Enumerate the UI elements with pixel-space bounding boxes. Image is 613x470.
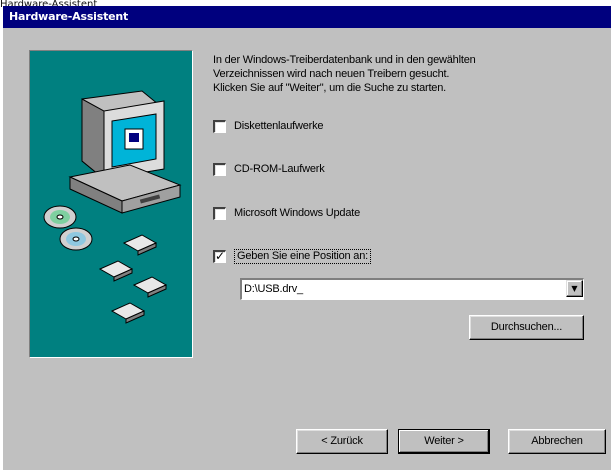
cdrom-drive-label[interactable]: CD-ROM-Laufwerk: [234, 163, 325, 175]
floppy-drives-checkbox[interactable]: [213, 119, 226, 133]
location-path-combobox[interactable]: D:\USB.drv_ ▼: [240, 278, 584, 300]
option-cdrom-drive[interactable]: CD-ROM-Laufwerk: [213, 161, 325, 177]
floppy-disk-icon: [98, 234, 168, 324]
option-floppy-drives[interactable]: Diskettenlaufwerke: [213, 118, 324, 134]
browse-button[interactable]: Durchsuchen...: [469, 315, 584, 340]
computer-and-discs-illustration: [43, 90, 182, 324]
cancel-button[interactable]: Abbrechen: [508, 429, 606, 454]
next-button[interactable]: Weiter >: [398, 429, 490, 454]
specify-location-label[interactable]: Geben Sie eine Position an:: [234, 248, 371, 264]
hardware-wizard-window: Hardware-Assistent In der Windows-Treibe…: [3, 6, 611, 470]
option-specify-location[interactable]: ✓ Geben Sie eine Position an:: [213, 248, 371, 264]
back-button[interactable]: < Zurück: [296, 429, 388, 454]
specify-location-checkbox[interactable]: ✓: [213, 248, 226, 263]
cd-disc-icon: [43, 205, 93, 251]
window-title[interactable]: Hardware-Assistent: [3, 6, 611, 28]
windows-update-checkbox[interactable]: [213, 206, 226, 220]
checkmark-icon: ✓: [215, 248, 225, 263]
location-path-value[interactable]: D:\USB.drv_: [244, 283, 303, 295]
windows-update-label[interactable]: Microsoft Windows Update: [234, 207, 360, 219]
computer-icon: [68, 90, 182, 214]
option-windows-update[interactable]: Microsoft Windows Update: [213, 205, 360, 221]
instructions-text: In der Windows-Treiberdatenbank und in d…: [213, 54, 476, 94]
wizard-illustration-panel: [29, 50, 193, 358]
dropdown-arrow-icon[interactable]: ▼: [566, 280, 583, 297]
floppy-drives-label[interactable]: Diskettenlaufwerke: [234, 120, 324, 132]
cdrom-drive-checkbox[interactable]: [213, 162, 226, 176]
